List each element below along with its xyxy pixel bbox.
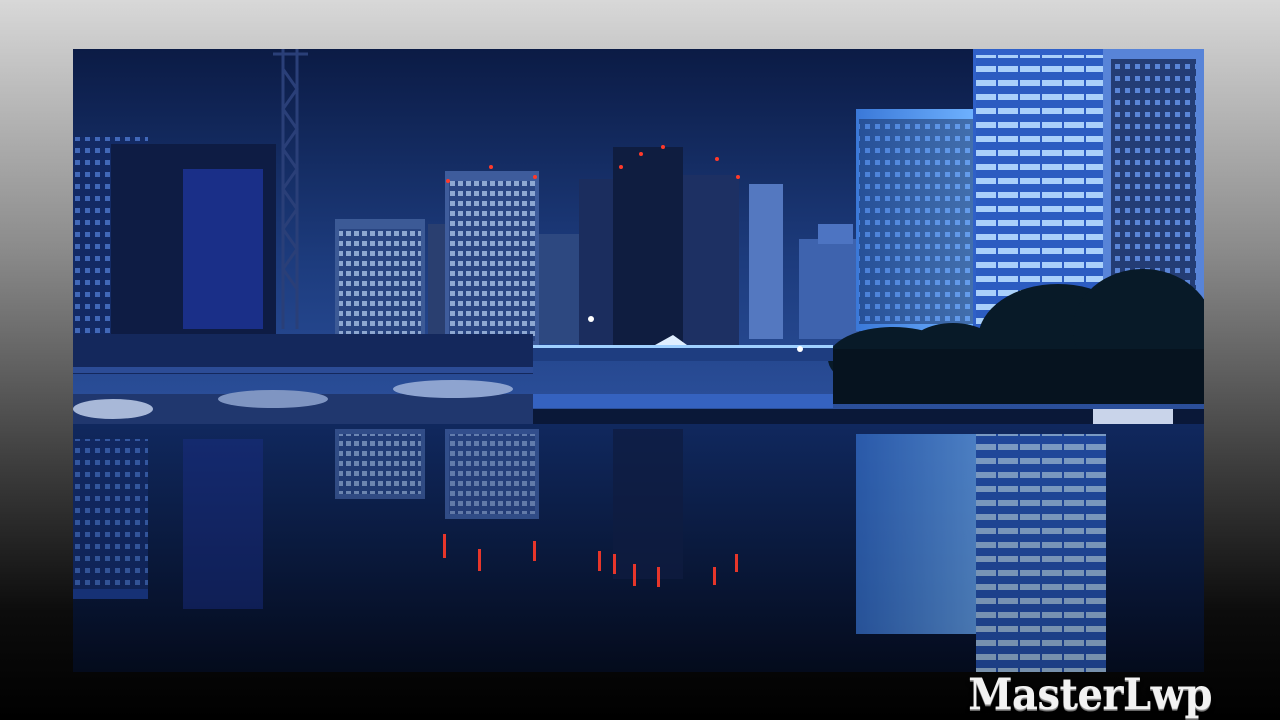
night-city-scene — [73, 49, 1204, 672]
wallpaper-photo — [73, 49, 1204, 672]
watermark-logo: MasterLwp — [968, 669, 1212, 720]
left-building — [73, 137, 276, 339]
